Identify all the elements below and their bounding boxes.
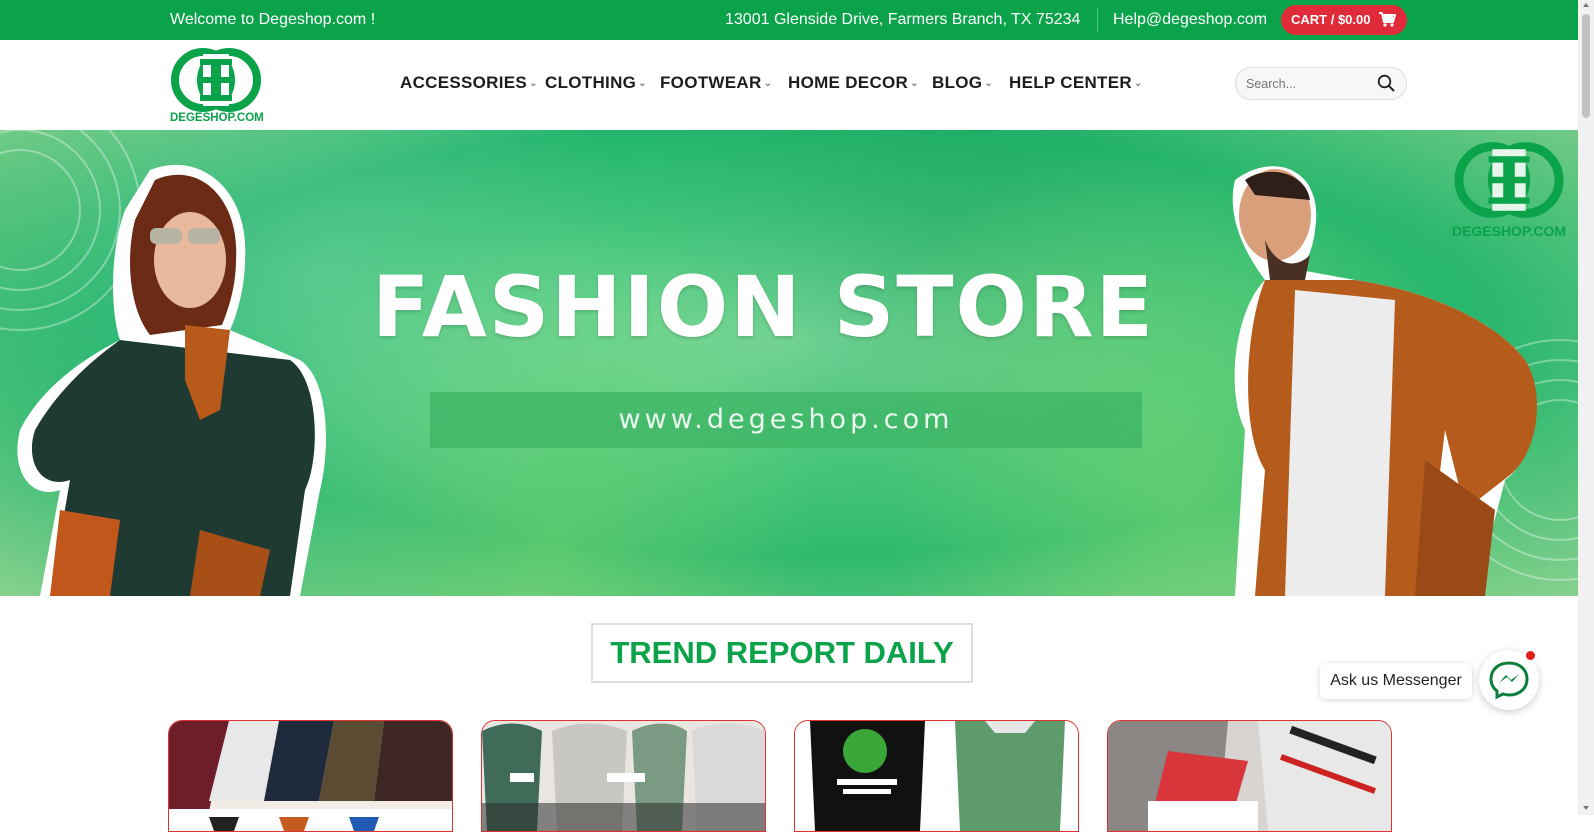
hero-logo-text: DEGESHOP.COM — [1451, 223, 1567, 239]
product-card[interactable] — [481, 720, 766, 832]
nav-label: HELP CENTER — [1009, 73, 1132, 92]
nav-item-blog[interactable]: BLOG ⌄ — [932, 73, 993, 93]
hero-banner[interactable]: FASHION STORE www.degeshop.com DEGESHOP.… — [0, 130, 1578, 596]
divider — [1097, 8, 1098, 32]
product-card[interactable] — [1107, 720, 1392, 832]
logo-text: DEGESHOP.COM — [170, 112, 264, 124]
chevron-down-icon: ⌄ — [984, 78, 993, 89]
page-scrollbar[interactable] — [1578, 0, 1594, 815]
nav-item-help-center[interactable]: HELP CENTER ⌄ — [1009, 73, 1143, 93]
cart-label: CART / $0.00 — [1291, 12, 1371, 27]
site-logo[interactable]: DEGESHOP.COM — [170, 48, 264, 128]
nav-label: FOOTWEAR — [660, 73, 762, 92]
cart-icon — [1379, 12, 1396, 27]
model-woman-image — [17, 164, 326, 596]
logo-icon — [1454, 142, 1564, 218]
product-card[interactable] — [168, 720, 453, 832]
hero-logo: DEGESHOP.COM — [1450, 138, 1568, 248]
chevron-down-icon: ⌄ — [1133, 78, 1143, 89]
hero-url-bar: www.degeshop.com — [430, 392, 1142, 448]
hero-title: FASHION STORE — [372, 258, 1156, 356]
nav-item-clothing[interactable]: CLOTHING ⌄ — [545, 73, 647, 93]
search-icon[interactable] — [1377, 74, 1395, 92]
logo-icon — [171, 48, 261, 112]
nav-item-accessories[interactable]: ACCESSORIES ⌄ — [400, 73, 538, 93]
nav-item-footwear[interactable]: FOOTWEAR ⌄ — [660, 73, 772, 93]
product-card[interactable] — [794, 720, 1079, 832]
messenger-button[interactable] — [1479, 650, 1539, 710]
nav-label: BLOG — [932, 73, 983, 92]
nav-label: CLOTHING — [545, 73, 637, 92]
help-email-link[interactable]: Help@degeshop.com — [1113, 11, 1267, 29]
chevron-down-icon: ⌄ — [910, 78, 919, 89]
nav-item-home-decor[interactable]: HOME DECOR ⌄ — [788, 73, 919, 93]
top-bar: Welcome to Degeshop.com ! 13001 Glenside… — [0, 0, 1578, 40]
store-address: 13001 Glenside Drive, Farmers Branch, TX… — [725, 11, 1081, 28]
scroll-thumb[interactable] — [1582, 14, 1590, 118]
notification-dot — [1526, 651, 1535, 660]
chevron-down-icon: ⌄ — [763, 78, 773, 89]
welcome-text: Welcome to Degeshop.com ! — [170, 11, 376, 28]
nav-label: HOME DECOR — [788, 73, 909, 92]
cart-button[interactable]: CART / $0.00 — [1281, 5, 1407, 35]
search-input[interactable] — [1244, 73, 1373, 95]
messenger-label[interactable]: Ask us Messenger — [1320, 663, 1472, 699]
hero-url: www.degeshop.com — [618, 404, 954, 435]
scroll-up-arrow-icon[interactable] — [1583, 3, 1589, 7]
site-header: DEGESHOP.COM ACCESSORIES ⌄ CLOTHING ⌄ FOOT… — [0, 40, 1578, 131]
nav-label: ACCESSORIES — [400, 73, 528, 92]
search-box — [1235, 67, 1407, 100]
scroll-down-arrow-icon[interactable] — [1583, 806, 1589, 810]
chevron-down-icon: ⌄ — [638, 78, 647, 89]
section-title: TREND REPORT DAILY — [591, 623, 973, 683]
chevron-down-icon: ⌄ — [529, 78, 538, 89]
